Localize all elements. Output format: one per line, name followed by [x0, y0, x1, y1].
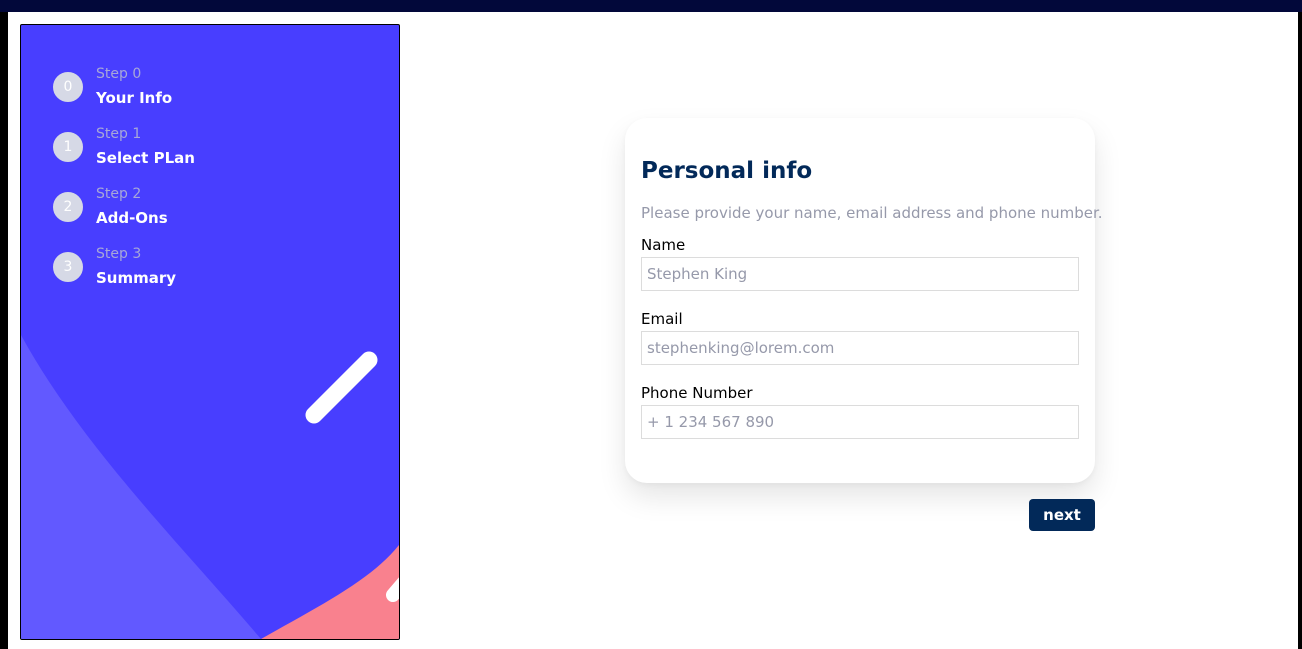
personal-info-card: Personal info Please provide your name, …	[625, 118, 1103, 483]
sidebar-decoration	[21, 335, 399, 639]
step-label: Step 0	[96, 66, 142, 82]
step-text: Step 1 Select PLan	[96, 125, 195, 168]
step-title: Add-Ons	[96, 209, 168, 227]
phone-input[interactable]	[641, 405, 1079, 439]
step-number-circle: 2	[53, 191, 83, 222]
step-number-circle: 1	[53, 131, 83, 162]
form-description: Please provide your name, email address …	[641, 204, 1103, 222]
step-number-circle: 3	[53, 251, 83, 282]
next-button[interactable]: next	[1029, 499, 1095, 531]
sidebar-step-2[interactable]: 2 Step 2 Add-Ons	[53, 185, 168, 228]
step-label: Step 3	[96, 246, 142, 262]
sidebar-white-stroke	[305, 351, 378, 424]
sidebar-step-0[interactable]: 0 Step 0 Your Info	[53, 65, 172, 108]
step-title: Your Info	[96, 89, 173, 107]
page: 0 Step 0 Your Info 1 Step 1 Select PLan …	[8, 12, 1298, 649]
step-text: Step 3 Summary	[96, 245, 176, 288]
form-title: Personal info	[641, 158, 813, 184]
sidebar-curve-shape	[21, 335, 261, 639]
name-input[interactable]	[641, 257, 1079, 291]
step-label: Step 2	[96, 186, 142, 202]
sidebar-step-3[interactable]: 3 Step 3 Summary	[53, 245, 176, 288]
step-title: Select PLan	[96, 149, 195, 167]
step-title: Summary	[96, 269, 177, 287]
step-text: Step 2 Add-Ons	[96, 185, 168, 228]
browser-top-bar	[0, 0, 1302, 12]
sidebar-step-1[interactable]: 1 Step 1 Select PLan	[53, 125, 195, 168]
name-label: Name	[641, 236, 686, 254]
step-text: Step 0 Your Info	[96, 65, 172, 108]
step-label: Step 1	[96, 126, 142, 142]
sidebar: 0 Step 0 Your Info 1 Step 1 Select PLan …	[20, 24, 400, 640]
step-number-circle: 0	[53, 71, 83, 102]
email-input[interactable]	[641, 331, 1079, 365]
phone-label: Phone Number	[641, 384, 753, 402]
sidebar-coral-shape	[261, 545, 399, 639]
email-label: Email	[641, 310, 683, 328]
